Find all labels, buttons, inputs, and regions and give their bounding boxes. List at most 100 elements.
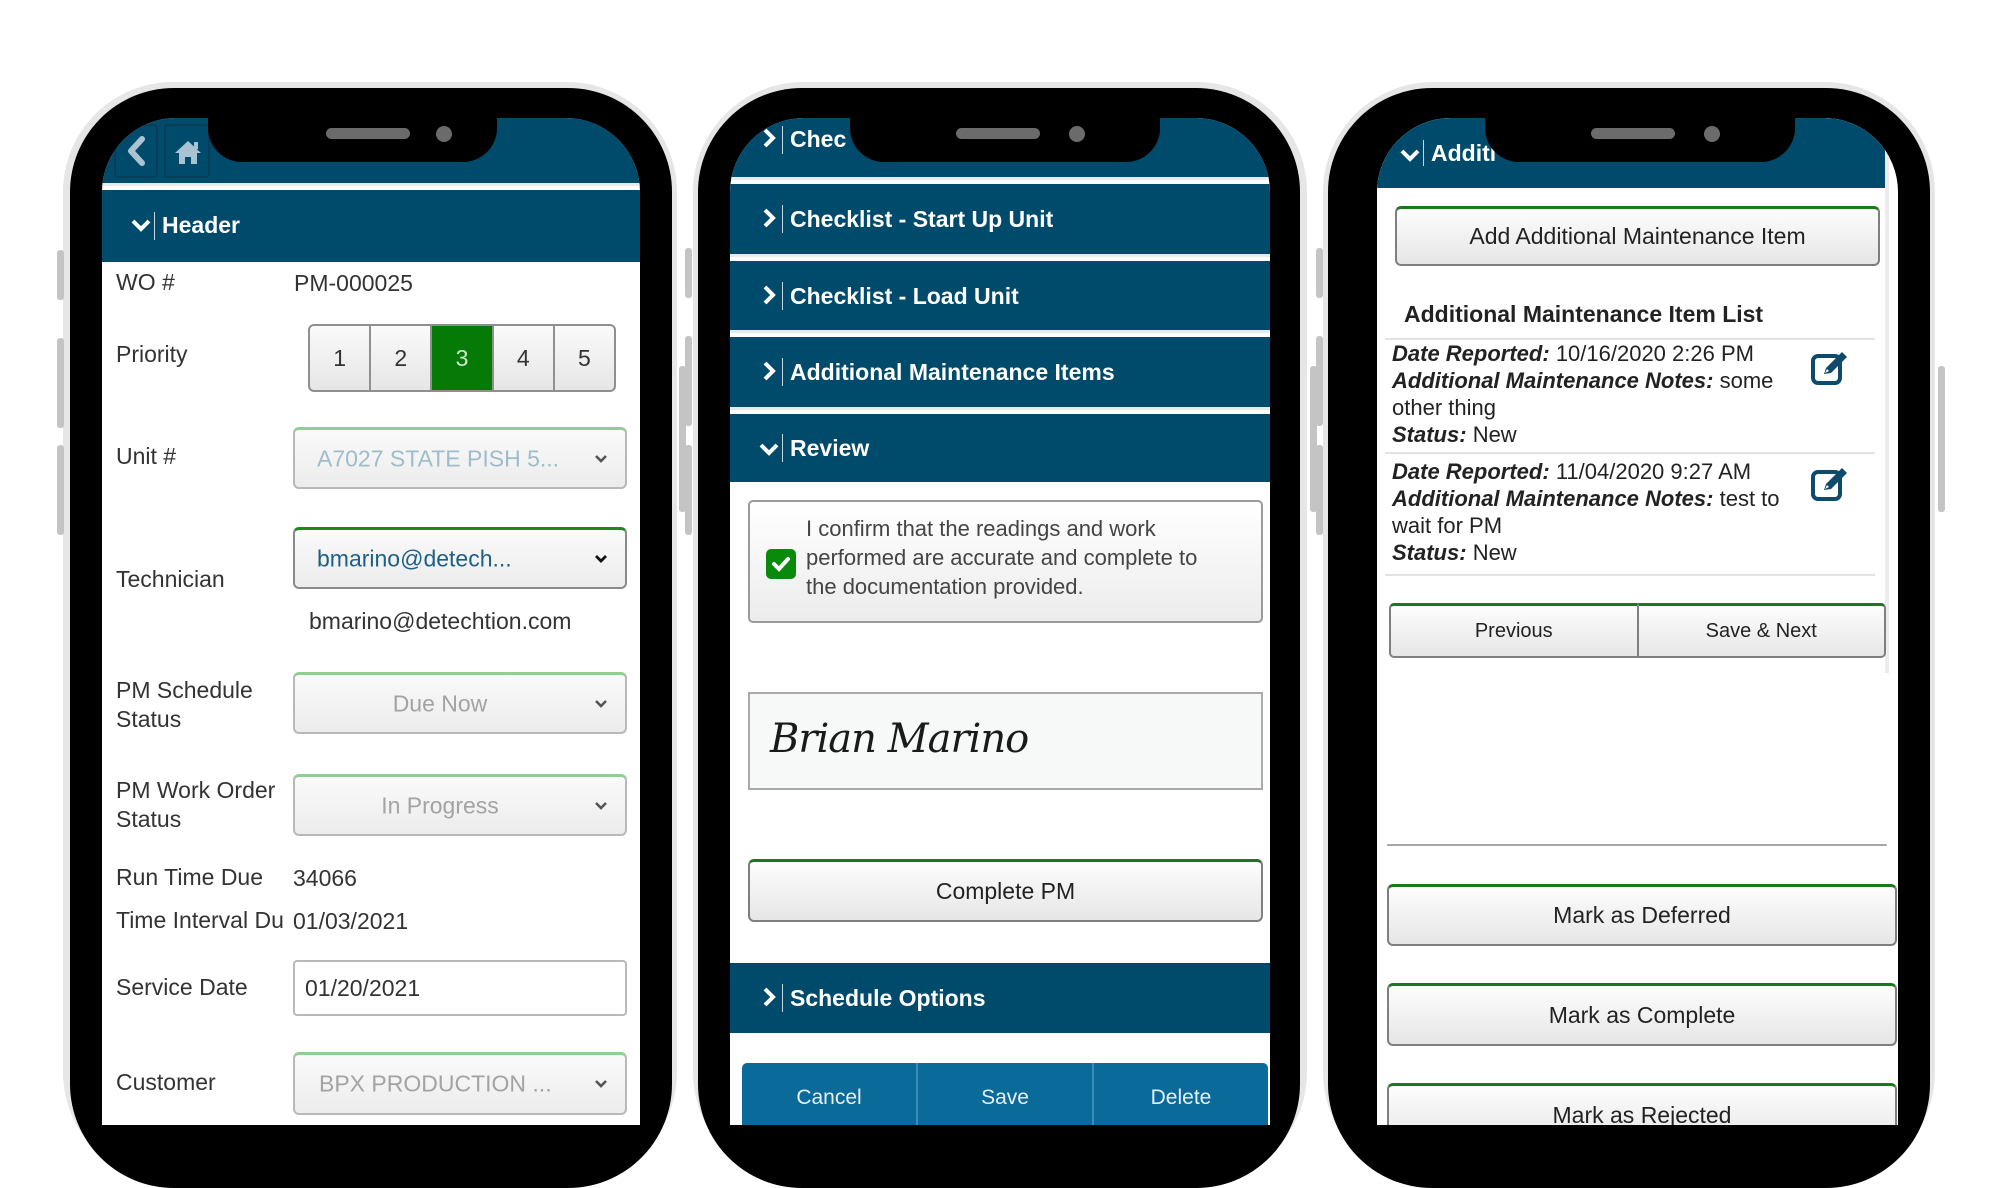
list-item: Date Reported: 10/16/2020 2:26 PM Additi… <box>1392 340 1872 448</box>
phone2-screen: Chec Checklist - Start Up Unit Checklist… <box>730 118 1270 1125</box>
section-schedule-options[interactable]: Schedule Options <box>730 963 1270 1033</box>
phone-camera <box>1704 126 1720 142</box>
service-date-input[interactable]: 01/20/2021 <box>293 960 627 1016</box>
chevron-right-icon <box>758 285 780 311</box>
home-icon <box>175 141 201 164</box>
confirm-text: I confirm that the readings and work per… <box>806 516 1198 599</box>
service-date-value: 01/20/2021 <box>305 975 421 1001</box>
phone-speaker <box>956 128 1040 139</box>
section-title: Additional Maintenance Items <box>790 359 1115 385</box>
phone-side-button <box>1316 445 1323 535</box>
chevron-left-icon <box>128 136 145 166</box>
wo-value: PM-000025 <box>294 270 413 296</box>
divider <box>1385 452 1875 454</box>
technician-email: bmarino@detechtion.com <box>309 608 572 634</box>
home-button[interactable] <box>164 124 210 178</box>
previous-button[interactable]: Previous <box>1389 603 1638 658</box>
phone-side-button <box>679 366 686 512</box>
phone-camera <box>436 126 452 142</box>
divider <box>782 282 783 310</box>
run-time-label: Run Time Due <box>116 864 264 890</box>
delete-button[interactable]: Delete <box>1092 1063 1268 1125</box>
checkbox-checked[interactable] <box>766 549 796 579</box>
section-review[interactable]: Review <box>730 414 1270 482</box>
priority-option-2[interactable]: 2 <box>369 326 430 390</box>
phone3-screen: Additi Add Additional Maintenance Item A… <box>1377 118 1898 1125</box>
chevron-down-icon <box>758 436 780 462</box>
phone1-screen: Header WO # PM-000025 Priority 1 2 3 4 5… <box>102 118 640 1125</box>
section-title: Additi <box>1431 140 1497 166</box>
divider <box>782 126 783 154</box>
section-additional-maintenance[interactable]: Additional Maintenance Items <box>730 337 1270 407</box>
divider <box>782 205 783 233</box>
back-button[interactable] <box>114 124 158 178</box>
divider <box>730 330 1270 333</box>
chevron-right-icon <box>758 361 780 387</box>
divider <box>1387 844 1887 846</box>
mark-deferred-button[interactable]: Mark as Deferred <box>1387 884 1897 946</box>
customer-select[interactable]: BPX PRODUCTION ... <box>293 1052 627 1115</box>
signature: Brian Marino <box>770 716 1029 762</box>
technician-value: bmarino@detech... <box>317 545 512 571</box>
schedule-status-select[interactable]: Due Now <box>293 672 627 734</box>
phone-notch <box>1485 88 1795 162</box>
edit-icon[interactable] <box>1810 464 1852 502</box>
cancel-button[interactable]: Cancel <box>742 1063 916 1125</box>
add-maintenance-item-button[interactable]: Add Additional Maintenance Item <box>1395 206 1880 266</box>
unit-select[interactable]: A7027 STATE PISH 5... <box>293 427 627 489</box>
priority-option-5[interactable]: 5 <box>552 326 614 390</box>
technician-select[interactable]: bmarino@detech... <box>293 527 627 589</box>
list-title: Additional Maintenance Item List <box>1404 301 1764 327</box>
priority-option-3[interactable]: 3 <box>430 326 492 390</box>
divider <box>730 177 1270 180</box>
edit-icon[interactable] <box>1810 348 1852 386</box>
customer-value: BPX PRODUCTION ... <box>319 1070 552 1097</box>
phone-notch <box>208 88 497 162</box>
section-title: Schedule Options <box>790 985 986 1011</box>
chevron-right-icon <box>758 128 780 154</box>
divider <box>782 358 783 386</box>
priority-option-4[interactable]: 4 <box>491 326 553 390</box>
section-title: Chec <box>790 126 847 152</box>
time-interval-label: Time Interval Du <box>116 907 284 933</box>
mark-rejected-button[interactable]: Mark as Rejected <box>1387 1083 1897 1125</box>
wo-status-label: PM Work Order Status <box>116 777 276 832</box>
phone-notch <box>850 88 1160 162</box>
confirm-checkbox-row[interactable]: I confirm that the readings and work per… <box>748 500 1263 623</box>
divider <box>782 984 783 1012</box>
phone-speaker <box>1591 128 1675 139</box>
unit-value: A7027 STATE PISH 5... <box>317 445 560 471</box>
technician-label: Technician <box>116 566 225 592</box>
run-time-value: 34066 <box>293 865 357 891</box>
phone-side-button <box>1316 336 1323 426</box>
divider <box>154 212 155 240</box>
mark-complete-button[interactable]: Mark as Complete <box>1387 983 1897 1046</box>
section-header[interactable]: Header <box>102 190 640 262</box>
complete-pm-button[interactable]: Complete PM <box>748 859 1263 922</box>
wo-status-select[interactable]: In Progress <box>293 774 627 836</box>
chevron-down-icon <box>595 699 607 708</box>
schedule-status-label: PM Schedule Status <box>116 677 253 732</box>
save-next-button[interactable]: Save & Next <box>1637 603 1886 658</box>
signature-box[interactable]: Brian Marino <box>748 692 1263 790</box>
section-title: Review <box>790 435 870 461</box>
customer-label: Customer <box>116 1069 216 1095</box>
save-button[interactable]: Save <box>916 1063 1092 1125</box>
section-title: Checklist - Load Unit <box>790 283 1019 309</box>
service-date-label: Service Date <box>116 974 248 1000</box>
divider <box>1385 574 1875 576</box>
check-icon <box>772 557 790 572</box>
divider <box>102 183 640 186</box>
unit-label: Unit # <box>116 443 177 469</box>
priority-option-1[interactable]: 1 <box>310 326 369 390</box>
chevron-down-icon <box>130 212 152 238</box>
phone-side-button <box>57 445 64 535</box>
section-title: Header <box>162 212 240 238</box>
bottom-button-group: Cancel Save Delete <box>742 1063 1268 1125</box>
priority-selector: 1 2 3 4 5 <box>308 324 616 392</box>
chevron-down-icon <box>595 801 607 810</box>
phone-side-button <box>685 248 692 298</box>
section-load-unit[interactable]: Checklist - Load Unit <box>730 261 1270 330</box>
section-start-up-unit[interactable]: Checklist - Start Up Unit <box>730 184 1270 254</box>
list-item: Date Reported: 11/04/2020 9:27 AM Additi… <box>1392 458 1872 566</box>
